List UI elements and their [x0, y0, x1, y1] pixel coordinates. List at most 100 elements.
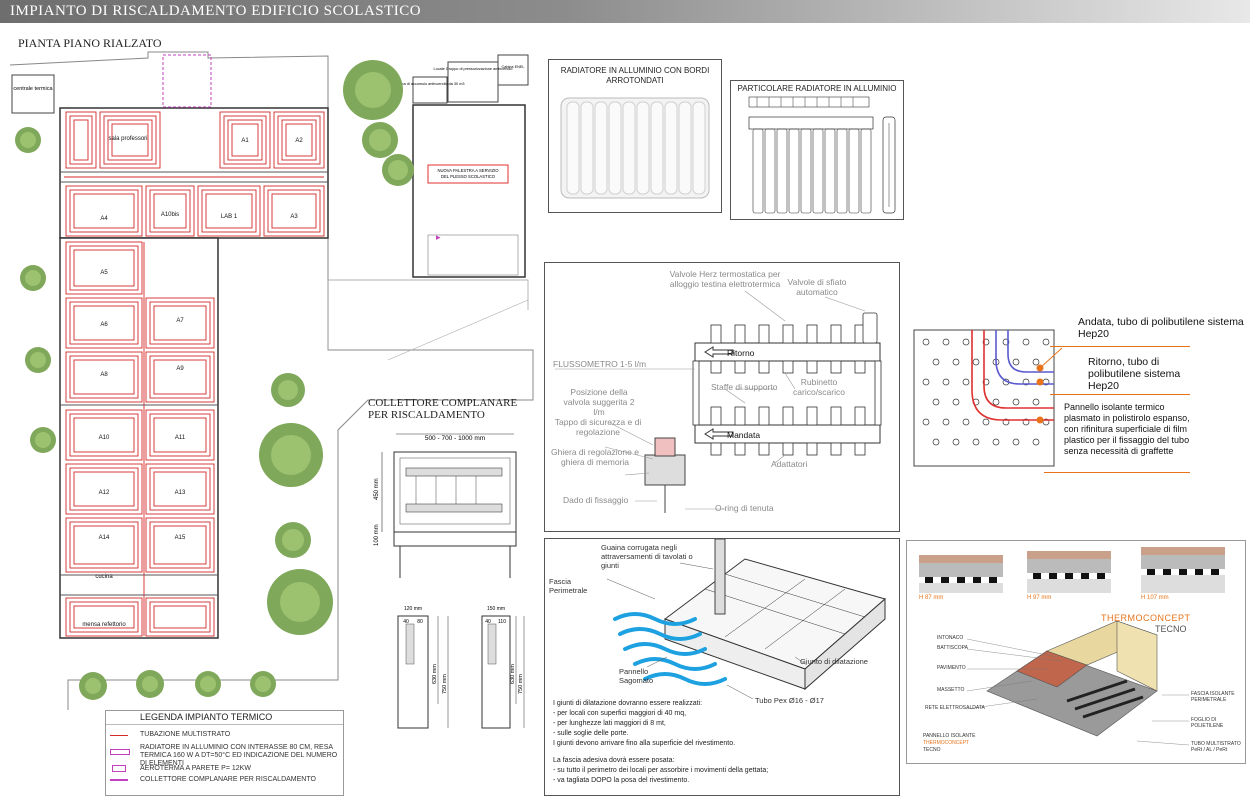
panel-ritorno: Ritorno, tubo di polibutilene sistema He…: [1088, 356, 1181, 392]
label-posizione: Posizione della valvola suggerita 2 l/m: [563, 387, 635, 417]
layer-label: BATTISCOPA: [937, 645, 968, 651]
brand-sub: TECNO: [1155, 624, 1187, 634]
side2-a: 40: [485, 619, 491, 625]
side2-b: 110: [498, 619, 506, 625]
room-label: sala professori: [108, 136, 147, 142]
layer-label: RETE ELETTROSALDATA: [925, 705, 985, 711]
side1-a: 40: [403, 619, 409, 625]
side2-h2: 750 mm: [518, 674, 524, 694]
note-line: La fascia adesiva dovrà essere posata:: [553, 757, 675, 764]
room-label: A1: [241, 138, 249, 144]
note-line: - per locali con superfici maggiori di 4…: [553, 710, 687, 717]
note-line: I giunti di dilatazione dovranno essere …: [553, 700, 703, 707]
label-oring: O-ring di tenuta: [715, 503, 774, 513]
legend-title: LEGENDA IMPIANTO TERMICO: [140, 712, 273, 722]
aerotherm-symbol: ▸: [436, 232, 441, 242]
note-line: - per lunghezze lati maggiori di 8 mt,: [553, 720, 666, 727]
room-label: A15: [175, 535, 186, 541]
label-staffe: Staffe di supporto: [711, 382, 778, 392]
aerotherm-swatch: [112, 765, 126, 772]
panel-drawing: [913, 329, 1062, 467]
floor-section-drawing: [606, 538, 887, 700]
callout-line: [1044, 472, 1190, 473]
label-fascia: Fascia Perimetrale: [549, 577, 588, 595]
collector-swatch: [110, 779, 128, 781]
title-bar: IMPIANTO DI RISCALDAMENTO EDIFICIO SCOLA…: [0, 0, 1250, 23]
label-tappo: Tappo di sicurezza e di regolazione: [554, 417, 642, 437]
dim-base: 100 mm: [374, 524, 380, 546]
radiator2-title: PARTICOLARE RADIATORE IN ALLUMINIO: [737, 84, 897, 93]
radiator-drawing: [748, 96, 896, 214]
caption-brand: THERMOCONCEPT: [923, 740, 970, 746]
room-label: A11: [175, 435, 186, 441]
layer-label: FOGLIO DI POLIETILENE: [1191, 717, 1224, 729]
label-flow: FLUSSOMETRO 1-5 l/m: [553, 359, 647, 369]
room-label: A7: [176, 318, 184, 324]
room-label: LAB 1: [221, 214, 238, 220]
room-label: A8: [100, 372, 108, 378]
label-dado: Dado di fissaggio: [563, 495, 629, 505]
collector-elevation: 500 - 700 - 1000 mm 450 mm 100 mm: [374, 433, 517, 578]
legend-item: TUBAZIONE MULTISTRATO: [140, 731, 231, 738]
radiator-image: [560, 97, 710, 199]
label-adattatori: Adattatori: [771, 459, 808, 469]
plan-title: PIANTA PIANO RIALZATO: [18, 36, 162, 50]
label-vent: Valvole di sfiato automatico: [787, 277, 847, 297]
page-title: IMPIANTO DI RISCALDAMENTO EDIFICIO SCOLA…: [10, 3, 422, 19]
legend: LEGENDA IMPIANTO TERMICO TUBAZIONE MULTI…: [105, 710, 344, 796]
room-label: mensa refettorio: [82, 622, 126, 628]
side1-w: 120 mm: [404, 606, 422, 612]
height-87: H 87 mm: [919, 595, 944, 601]
gym-label: NUOVA PALESTRA A SERVIZIO DEL PLESSO SCOL…: [438, 168, 500, 179]
radiator-photo-panel: RADIATORE IN ALLUMINIO CON BORDI ARROTON…: [548, 59, 722, 213]
note-line: - va tagliata DOPO la posa del rivestime…: [553, 777, 690, 784]
label-mandata: Mandata: [727, 430, 761, 440]
note-line: I giunti devono arrivare fino alla super…: [553, 740, 736, 747]
brand-name: THERMOCONCEPT: [1101, 613, 1191, 623]
pipe-swatch: [110, 735, 128, 736]
label-valve: Valvole Herz termostatica per alloggio t…: [669, 269, 781, 289]
note-line: - su tutto il perimetro dei locali per a…: [553, 767, 769, 774]
room-label: A3: [290, 214, 298, 220]
radiator-swatch: [110, 749, 130, 755]
room-label: A13: [175, 490, 186, 496]
label-rubinetto: Rubinetto carico/scarico: [793, 377, 845, 397]
side1-h2: 750 mm: [442, 674, 448, 694]
room-centrale: centrale termica: [13, 86, 53, 92]
room-label: A9: [176, 366, 184, 372]
legend-item: COLLETTORE COMPLANARE PER RISCALDAMENTO: [140, 776, 316, 783]
side2-w: 150 mm: [487, 606, 505, 612]
thermoconcept-drawing: [919, 547, 1225, 746]
room-label: cucina: [95, 574, 113, 580]
annex-vasca: Vasca di accumulo antincendio da 30 m3: [396, 82, 465, 86]
room-label: A4: [100, 216, 108, 222]
radiator1-title: RADIATORE IN ALLUMINIO CON BORDI ARROTON…: [560, 66, 710, 85]
floor-notes: I giunti di dilatazione dovranno essere …: [553, 699, 883, 786]
layer-label: MASSETTO: [937, 687, 965, 693]
note-line: - sulle soglie delle porte.: [553, 730, 629, 737]
side1-b: 80: [417, 619, 423, 625]
caption-tecno: TECNO: [923, 747, 941, 753]
callout-line: [1050, 394, 1190, 395]
floor-section-panel: Guaina corrugata negli attraversamenti d…: [544, 538, 900, 796]
radiator-detail-panel: PARTICOLARE RADIATORE IN ALLUMINIO: [730, 80, 904, 220]
panel-andata: Andata, tubo di polibutilene sistema Hep…: [1078, 316, 1244, 340]
label-giunto: Giunto di dilatazione: [800, 657, 868, 666]
room-label: A6: [100, 322, 108, 328]
label-ritorno: Ritorno: [727, 348, 755, 358]
caption-pannello: PANNELLO ISOLANTE: [923, 733, 976, 739]
label-guaina: Guaina corrugata negli attraversamenti d…: [601, 543, 693, 570]
manifold-panel: Valvole Herz termostatica per alloggio t…: [544, 262, 900, 532]
callout-line: [1050, 346, 1190, 347]
room-label: A14: [99, 535, 110, 541]
thermoconcept-panel: H 87 mm H 97 mm H 107 mm THERMOCONCEPT T…: [906, 540, 1246, 764]
side2-h1: 630 mm: [510, 664, 516, 684]
room-label: A2: [295, 138, 303, 144]
room-label: A12: [99, 490, 110, 496]
layer-label: INTONACO: [937, 635, 964, 641]
height-107: H 107 mm: [1141, 595, 1169, 601]
layer-label: TUBO MULTISTRATO PeRt / AL / PeRt: [1191, 741, 1241, 753]
layer-label: FASCIA ISOLANTE PERIMETRALE: [1191, 691, 1235, 703]
room-label: A10: [99, 435, 110, 441]
legend-item: AEROTERMA A PARETE P= 12KW: [140, 765, 251, 772]
